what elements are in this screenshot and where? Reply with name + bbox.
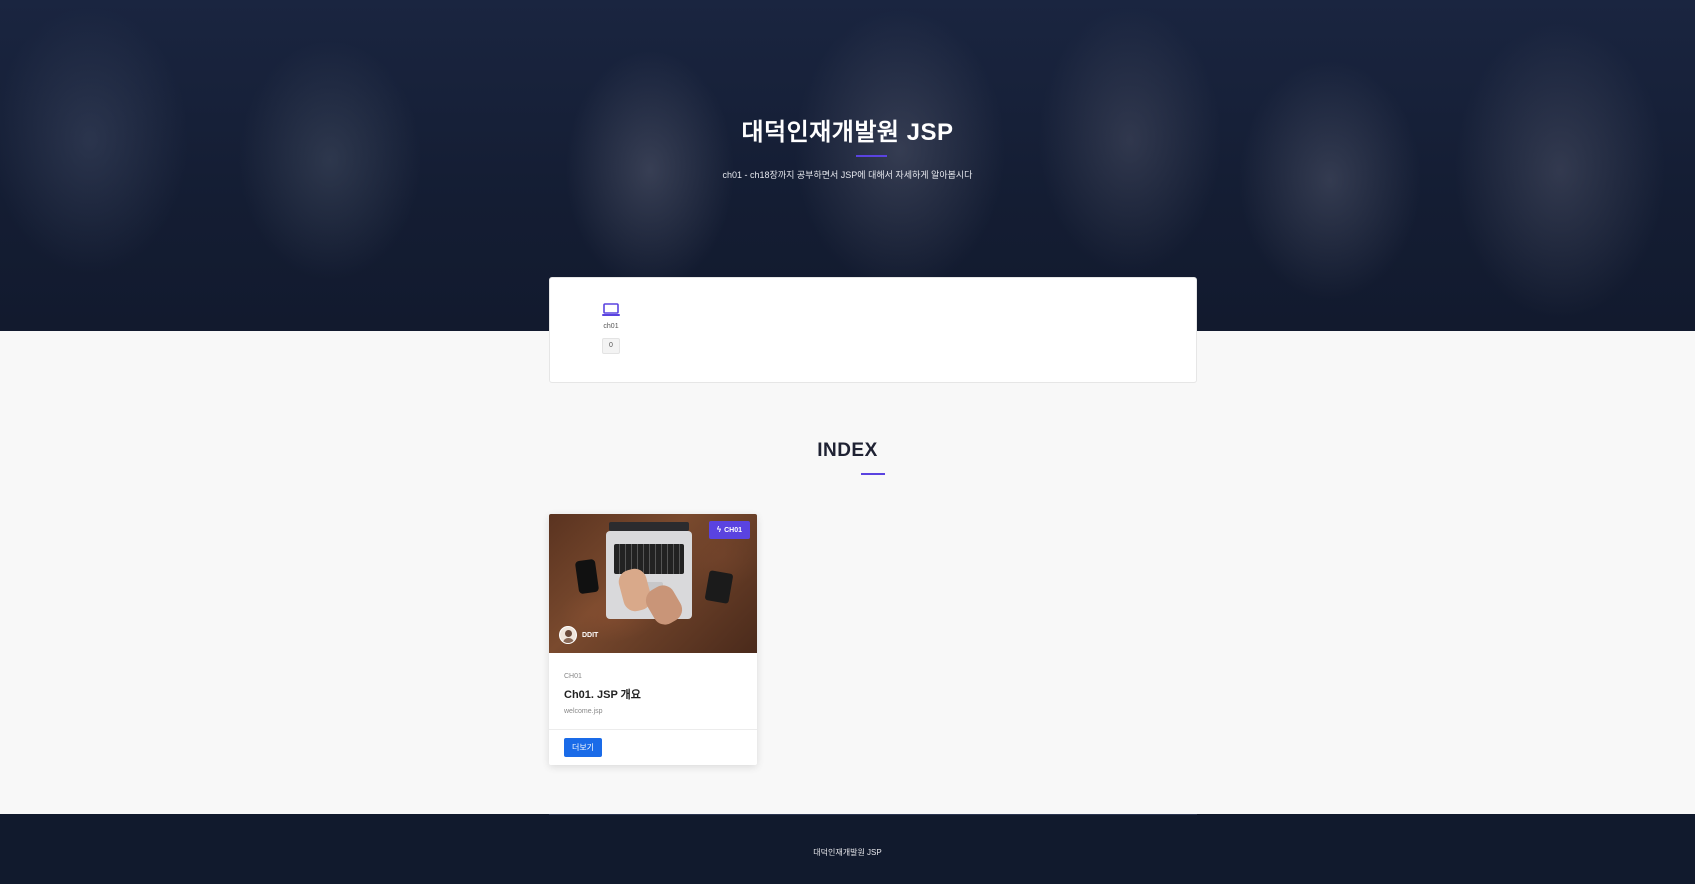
avatar (559, 626, 577, 644)
hero-title: 대덕인재개발원 JSP (741, 119, 954, 146)
phone-shape (574, 558, 600, 595)
footer-text: 대덕인재개발원 JSP (813, 848, 882, 857)
card-badge[interactable]: ϟ CH01 (708, 521, 750, 539)
card-subtitle: welcome.jsp (564, 708, 603, 715)
card-author: DDIT (559, 626, 598, 644)
footer: 대덕인재개발원 JSP (0, 814, 1695, 884)
card-title[interactable]: Ch01. JSP 개요 (564, 686, 641, 702)
index-section-title: INDEX (817, 440, 878, 461)
laptop-icon (602, 303, 620, 316)
footer-divider (549, 814, 1197, 815)
hero-subtitle: ch01 - ch18장까지 공부하면서 JSP에 대해서 자세하게 알아봅시다 (722, 170, 973, 180)
more-button[interactable]: 더보기 (564, 738, 602, 757)
feature-label: ch01 (603, 323, 619, 330)
card-divider (549, 729, 757, 730)
card-badge-label: CH01 (724, 527, 742, 534)
card-image: ϟ CH01 DDIT (549, 514, 757, 653)
laptop-keyboard-shape (614, 544, 684, 574)
hero-title-underline (856, 155, 887, 157)
bolt-icon: ϟ (716, 525, 722, 534)
card-category: CH01 (564, 673, 582, 680)
course-card[interactable]: ϟ CH01 DDIT CH01 Ch01. JSP 개요 welcome.jsp… (549, 514, 757, 765)
index-title-underline (861, 473, 885, 475)
author-name: DDIT (582, 631, 599, 639)
feature-box: ch01 0 (549, 277, 1197, 383)
wallet-shape (704, 570, 734, 604)
laptop-lid-shape (609, 522, 689, 531)
feature-count-badge: 0 (602, 338, 620, 354)
feature-item-ch01[interactable]: ch01 0 (596, 302, 626, 354)
